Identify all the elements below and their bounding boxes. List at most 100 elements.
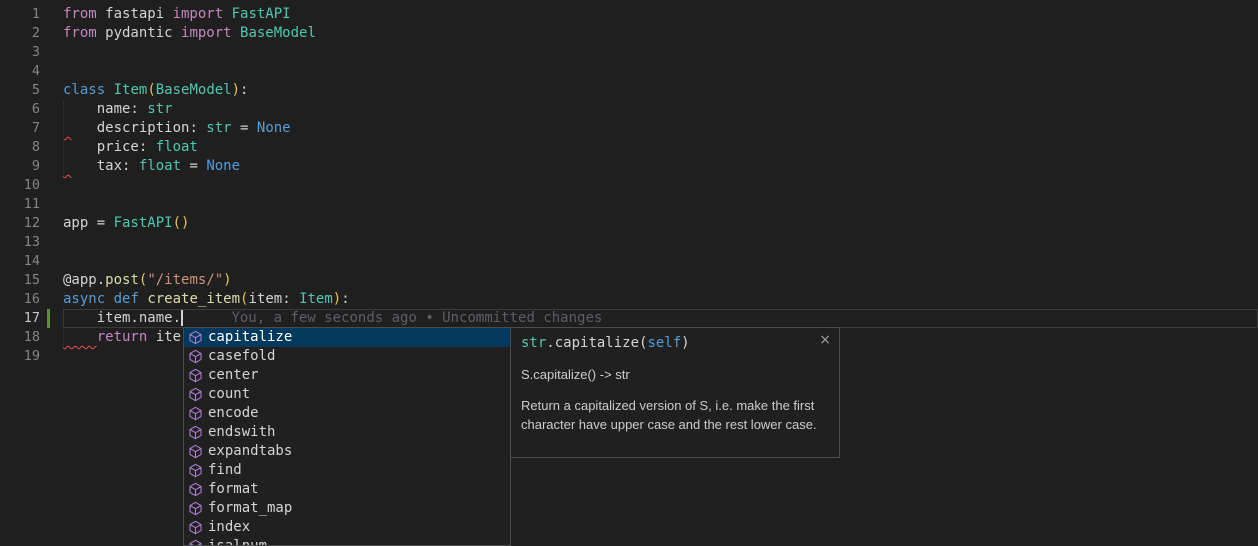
suggestion-label: format_map <box>208 499 292 518</box>
code-token <box>183 310 191 326</box>
line-number: 7 <box>0 119 40 138</box>
symbol-method-icon <box>187 387 203 403</box>
code-line[interactable]: 10 <box>0 176 1258 195</box>
blame-annotation: You, a few seconds ago • Uncommitted cha… <box>231 310 602 326</box>
symbol-method-icon <box>187 520 203 536</box>
code-token: item.name. <box>63 310 181 326</box>
docs-body: S.capitalize() -> strReturn a capitalize… <box>521 365 829 434</box>
symbol-method-icon <box>187 349 203 365</box>
code-token: () <box>173 215 190 231</box>
code-token: def <box>114 291 139 307</box>
code-line[interactable]: 3 <box>0 43 1258 62</box>
code-token: BaseModel <box>232 25 316 41</box>
line-number: 6 <box>0 100 40 119</box>
suggestion-item[interactable]: index <box>184 518 510 537</box>
code-line[interactable]: 8 price: float <box>0 138 1258 157</box>
suggestion-label: format <box>208 480 259 499</box>
code-token: import <box>181 25 232 41</box>
code-token: None <box>257 120 291 136</box>
editor: 1from fastapi import FastAPI2from pydant… <box>0 0 1258 546</box>
line-number-gutter: 14 <box>0 252 63 271</box>
code-line[interactable]: 17 item.name. You, a few seconds ago • U… <box>0 309 1258 328</box>
code-token: : <box>341 291 349 307</box>
symbol-method-icon <box>187 463 203 479</box>
code-token: .capitalize( <box>546 335 647 351</box>
suggestion-item[interactable]: isalnum <box>184 537 510 546</box>
suggestion-item[interactable]: format_map <box>184 499 510 518</box>
code-area[interactable]: 1from fastapi import FastAPI2from pydant… <box>0 5 1258 366</box>
code-line[interactable]: 13 <box>0 233 1258 252</box>
suggestion-item[interactable]: format <box>184 480 510 499</box>
code-line[interactable]: 2from pydantic import BaseModel <box>0 24 1258 43</box>
code-line[interactable]: 14 <box>0 252 1258 271</box>
suggestion-item[interactable]: encode <box>184 404 510 423</box>
code-token: price: <box>63 139 156 155</box>
suggestion-item[interactable]: center <box>184 366 510 385</box>
code-token: app = <box>63 215 114 231</box>
suggestion-item[interactable]: endswith <box>184 423 510 442</box>
suggestion-item[interactable]: expandtabs <box>184 442 510 461</box>
close-icon[interactable]: × <box>819 332 831 348</box>
code-line[interactable]: 7 description: str = None <box>0 119 1258 138</box>
suggestion-label: count <box>208 385 250 404</box>
symbol-method-icon <box>187 444 203 460</box>
code-line[interactable]: 11 <box>0 195 1258 214</box>
code-token: tax: <box>71 158 138 174</box>
code-token: Item <box>114 82 148 98</box>
code-token: name: <box>63 101 147 117</box>
line-number-gutter: 17 <box>0 309 63 328</box>
code-token: @app. <box>63 272 105 288</box>
code-line[interactable]: 5class Item(BaseModel): <box>0 81 1258 100</box>
suggestion-item[interactable]: casefold <box>184 347 510 366</box>
code-token: str <box>147 101 172 117</box>
line-number-gutter: 9 <box>0 157 63 176</box>
code-token: item: <box>248 291 299 307</box>
line-number-gutter: 6 <box>0 100 63 119</box>
line-number-gutter: 13 <box>0 233 63 252</box>
code-line[interactable]: 12app = FastAPI() <box>0 214 1258 233</box>
line-number: 5 <box>0 81 40 100</box>
code-line[interactable]: 6 name: str <box>0 100 1258 119</box>
code-token: BaseModel <box>156 82 232 98</box>
line-number: 11 <box>0 195 40 214</box>
line-number: 3 <box>0 43 40 62</box>
code-token: = <box>181 158 206 174</box>
code-token: class <box>63 82 105 98</box>
line-number-gutter: 16 <box>0 290 63 309</box>
suggestion-item[interactable]: capitalize <box>184 328 510 347</box>
line-number: 14 <box>0 252 40 271</box>
code-token: import <box>173 6 224 22</box>
code-token: float <box>139 158 181 174</box>
code-line[interactable]: 4 <box>0 62 1258 81</box>
code-token: float <box>156 139 198 155</box>
code-token <box>63 329 97 345</box>
symbol-method-icon <box>187 425 203 441</box>
line-number: 19 <box>0 347 40 366</box>
code-line[interactable]: 16async def create_item(item: Item): <box>0 290 1258 309</box>
suggestion-item[interactable]: find <box>184 461 510 480</box>
code-line[interactable]: 9 tax: float = None <box>0 157 1258 176</box>
code-line[interactable]: 1from fastapi import FastAPI <box>0 5 1258 24</box>
code-line[interactable]: 15@app.post("/items/") <box>0 271 1258 290</box>
code-token: str <box>521 335 546 351</box>
docs-paragraph: S.capitalize() -> str <box>521 365 829 384</box>
symbol-method-icon <box>187 368 203 384</box>
suggestion-label: isalnum <box>208 537 267 546</box>
suggest-list[interactable]: capitalize casefold center count encode … <box>183 327 511 546</box>
line-number-gutter: 8 <box>0 138 63 157</box>
code-token: "/items/" <box>147 272 223 288</box>
suggestion-label: encode <box>208 404 259 423</box>
line-number: 1 <box>0 5 40 24</box>
code-token: ) <box>223 272 231 288</box>
docs-panel: str.capitalize(self) × S.capitalize() ->… <box>510 327 840 458</box>
code-token: description: <box>71 120 206 136</box>
symbol-method-icon <box>187 482 203 498</box>
code-token: create_item <box>147 291 240 307</box>
line-number-gutter: 15 <box>0 271 63 290</box>
symbol-method-icon <box>187 330 203 346</box>
suggestion-item[interactable]: count <box>184 385 510 404</box>
code-token: from <box>63 25 97 41</box>
code-token: Item <box>299 291 333 307</box>
code-token: ( <box>147 82 155 98</box>
code-token: async <box>63 291 105 307</box>
